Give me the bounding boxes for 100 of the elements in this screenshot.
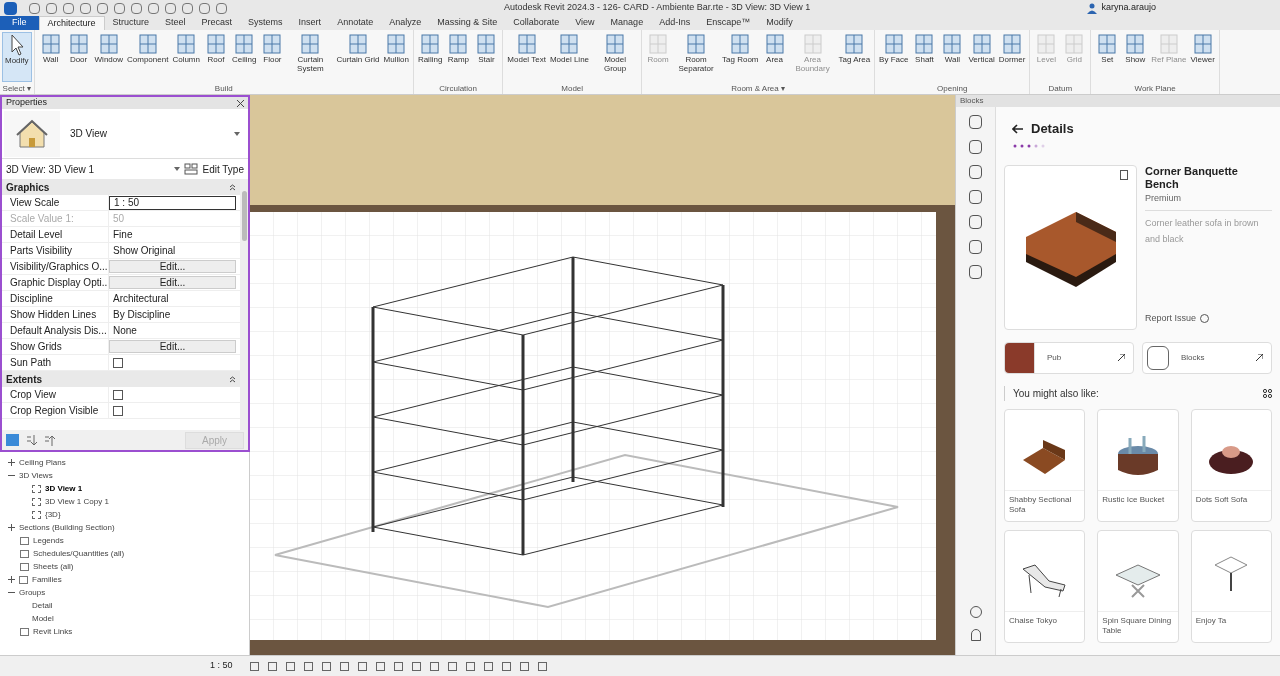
sort-descending-icon[interactable] [45,434,55,446]
grid-view-icon[interactable] [1263,388,1272,398]
grid-square-icon [942,33,963,55]
browser-item[interactable]: Ceiling Plans [19,456,66,469]
collapse-icon[interactable] [229,375,236,383]
ribbon-tab[interactable]: Structure [104,16,158,30]
ribbon-tab[interactable]: Precast [193,16,241,30]
ribbon-tool-button[interactable]: Curtain Grid [334,32,382,64]
checkbox[interactable] [113,405,123,416]
scrollbar[interactable] [240,179,248,430]
ribbon-tool-button[interactable]: Roof [201,32,230,64]
ribbon-tool-button[interactable]: Window [92,32,125,64]
ribbon-tool-button[interactable]: Ramp [444,32,473,64]
checkbox[interactable] [113,389,123,400]
ribbon-tool-button[interactable]: Model Text [505,32,548,64]
browser-item[interactable]: Legends [33,534,64,547]
ribbon-tab[interactable]: File [0,16,39,30]
minus-icon[interactable] [8,472,15,479]
ribbon-tool-button[interactable]: By Face [877,32,911,64]
ribbon-tool-button[interactable]: Door [64,32,93,64]
ribbon-tool-button[interactable]: Stair [472,32,501,64]
value-field[interactable]: 1 : 50 [109,195,236,210]
product-card[interactable]: Dots Soft Sofa [1190,408,1272,522]
ribbon-tab[interactable]: Add-Ins [651,16,699,30]
instance-selector[interactable]: 3D View: 3D View 1 [6,161,171,177]
edit-button[interactable]: Edit... [109,340,236,353]
ribbon-tool-button[interactable]: Show [1121,32,1150,64]
ribbon-tool-button[interactable]: Mullion [381,32,411,64]
collapse-icon[interactable] [229,183,236,191]
checkbox[interactable] [113,357,123,368]
ribbon-tool-button[interactable]: Ceiling [229,32,259,64]
browser-item[interactable]: 3D Views [19,469,53,482]
ribbon-tool-button[interactable]: Curtain System [286,32,335,73]
plus-icon[interactable] [8,459,15,466]
user-name[interactable]: karyna.araujo [1101,1,1156,15]
ribbon-tab[interactable]: Systems [240,16,291,30]
browser-item[interactable]: Families [32,573,62,586]
section-header[interactable]: Extents [6,371,43,387]
minus-icon[interactable] [8,589,15,596]
ribbon-tool-button[interactable]: Component [125,32,171,64]
type-selector[interactable]: 3D View [70,126,234,141]
close-icon[interactable] [237,99,244,107]
sort-ascending-icon[interactable] [27,434,37,446]
ribbon-tool-button[interactable]: Viewer [1188,32,1217,64]
ribbon-tool-button[interactable]: Wall [36,32,65,64]
edit-button[interactable]: Edit... [109,276,236,289]
ribbon-tool-button[interactable]: Tag Area [836,32,873,64]
collection-link[interactable]: Blocks [1142,341,1272,374]
browser-item[interactable]: {3D} [45,508,61,521]
view-scale[interactable]: 1 : 50 [210,659,250,673]
browser-item[interactable]: Model [32,612,54,625]
ribbon-tool-button[interactable]: Model Group [591,32,640,73]
ribbon-tool-button[interactable]: Model Line [547,32,592,64]
ribbon-tab[interactable]: Collaborate [505,16,568,30]
product-card[interactable]: Chaise Tokyo [1004,529,1086,643]
ribbon-tool-button[interactable]: Tag Room [720,32,761,64]
ribbon-tab[interactable]: Enscape™ [698,16,759,30]
dropdown-caret-icon[interactable] [174,167,181,171]
edit-type-button[interactable]: Edit Type [202,161,244,177]
browser-item[interactable]: Sheets (all) [33,560,74,573]
ribbon-tool-button[interactable]: Set [1093,32,1122,64]
collection-link[interactable]: Pub [1004,341,1134,374]
ribbon-tab[interactable]: Analyze [381,16,430,30]
ribbon-tool-button[interactable]: Modify [2,32,32,82]
product-card[interactable]: Enjoy Ta [1190,529,1272,643]
browser-item[interactable]: Detail [32,599,53,612]
dropdown-caret-icon[interactable] [234,131,240,136]
browser-item[interactable]: 3D View 1 Copy 1 [45,495,109,508]
ribbon-tab[interactable]: Annotate [329,16,382,30]
back-arrow-icon[interactable] [1012,123,1023,134]
plus-icon[interactable] [8,524,15,531]
ribbon-tool-button[interactable]: Railing [415,32,445,64]
ribbon-tool-button[interactable]: Area [760,32,789,64]
product-card[interactable]: Spin Square Dining Table [1097,529,1179,643]
browser-item[interactable]: Groups [19,586,46,599]
plus-icon[interactable] [8,576,15,583]
browser-item[interactable]: 3D View 1 [45,482,83,495]
ribbon-tool-button[interactable]: Wall [938,32,967,64]
ribbon-tool-button[interactable]: Shaft [910,32,939,64]
product-card[interactable]: Shabby Sectional Sofa [1004,408,1086,522]
ribbon-tool-button[interactable]: Vertical [966,32,997,64]
ribbon-tab[interactable]: View [567,16,603,30]
ribbon-tab[interactable]: Architecture [38,16,105,30]
browser-item[interactable]: Revit Links [33,625,73,638]
product-card[interactable]: Rustic Ice Bucket [1097,408,1179,522]
ribbon-tool-button[interactable]: Floor [258,32,287,64]
ribbon-tab[interactable]: Massing & Site [429,16,506,30]
browser-item[interactable]: Sections (Building Section) [19,521,115,534]
section-header[interactable]: Graphics [6,179,50,195]
ribbon-tool-button[interactable]: Room Separator [672,32,721,73]
ribbon-tab[interactable]: Manage [602,16,652,30]
ribbon-tab[interactable]: Steel [157,16,194,30]
edit-button[interactable]: Edit... [109,260,236,273]
ribbon-tab[interactable]: Insert [290,16,330,30]
ribbon-tool-button[interactable]: Column [170,32,202,64]
app-logo-icon[interactable] [4,1,17,15]
ribbon-tool-button[interactable]: Dormer [996,32,1028,64]
browser-item[interactable]: Schedules/Quantities (all) [33,547,125,560]
report-issue-link[interactable]: Report Issue [1145,312,1197,326]
ribbon-tab[interactable]: Modify [758,16,801,30]
